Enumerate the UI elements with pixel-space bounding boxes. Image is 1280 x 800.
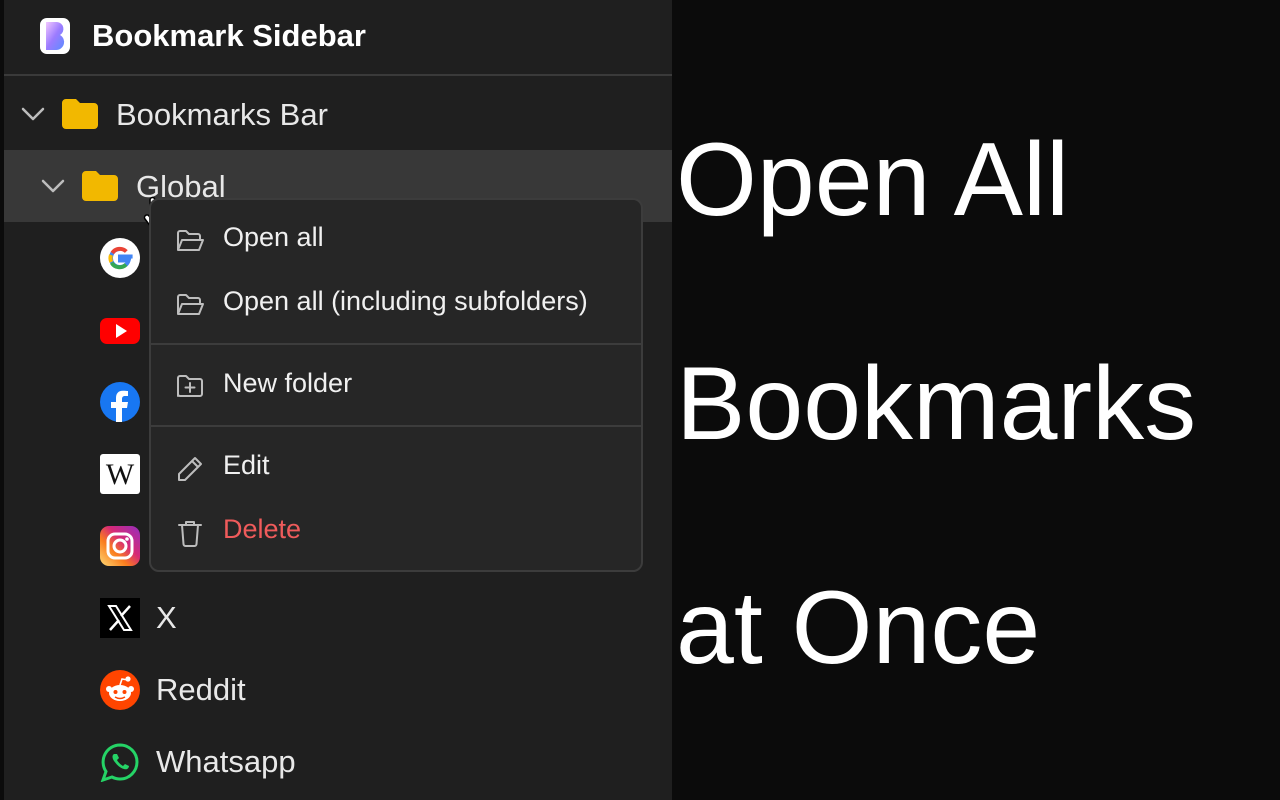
facebook-icon (100, 382, 140, 422)
app-title: Bookmark Sidebar (92, 18, 366, 53)
menu-item-open-all-subfolders[interactable]: Open all (including subfolders) (151, 276, 641, 332)
google-icon (100, 238, 140, 278)
svg-text:W: W (106, 458, 135, 491)
menu-item-label: Edit (223, 450, 270, 480)
reddit-icon (100, 670, 140, 710)
bookmark-label: Whatsapp (156, 744, 296, 779)
instagram-icon (100, 526, 140, 566)
menu-item-edit[interactable]: Edit (151, 440, 641, 496)
tree-item-label: Bookmarks Bar (116, 97, 328, 132)
bookmark-item[interactable]: X (4, 582, 672, 654)
hero-line-3: at Once (676, 570, 1041, 686)
context-menu: Open all Open all (including subfolders)… (149, 198, 643, 572)
hero-line-1: Open All (676, 122, 1070, 238)
folder-open-icon (177, 294, 204, 315)
bookmark-label: Reddit (156, 672, 246, 707)
bookmark-sidebar: Bookmark Sidebar Bookmarks Bar Global W … (4, 0, 672, 800)
folder-open-icon (177, 230, 204, 251)
youtube-icon (100, 318, 140, 344)
bookmark-label: X (156, 600, 177, 635)
hero-line-2: Bookmarks (676, 346, 1197, 462)
menu-item-delete[interactable]: Delete (151, 504, 641, 560)
menu-item-open-all[interactable]: Open all (151, 212, 641, 268)
x-icon (100, 598, 140, 638)
sidebar-header: Bookmark Sidebar (4, 0, 672, 76)
folder-plus-icon (177, 375, 203, 397)
menu-item-new-folder[interactable]: New folder (151, 358, 641, 414)
bookmark-item[interactable]: Whatsapp (4, 726, 672, 798)
pencil-icon (178, 457, 202, 481)
menu-item-label: Open all (including subfolders) (223, 286, 588, 316)
folder-icon (82, 171, 118, 201)
chevron-down-icon[interactable] (18, 99, 48, 129)
wikipedia-icon: W (100, 454, 140, 494)
whatsapp-icon (100, 743, 139, 782)
menu-item-label: Delete (223, 514, 302, 544)
chevron-down-icon[interactable] (38, 171, 68, 201)
menu-item-label: Open all (223, 222, 324, 252)
bookmark-item[interactable]: Reddit (4, 654, 672, 726)
folder-icon (62, 99, 98, 129)
menu-divider (151, 343, 641, 345)
menu-item-label: New folder (223, 368, 353, 398)
trash-icon (178, 521, 202, 547)
bookmark-sidebar-logo (40, 18, 70, 54)
menu-divider (151, 425, 641, 427)
tree-item-bookmarks-bar[interactable]: Bookmarks Bar (4, 78, 672, 150)
